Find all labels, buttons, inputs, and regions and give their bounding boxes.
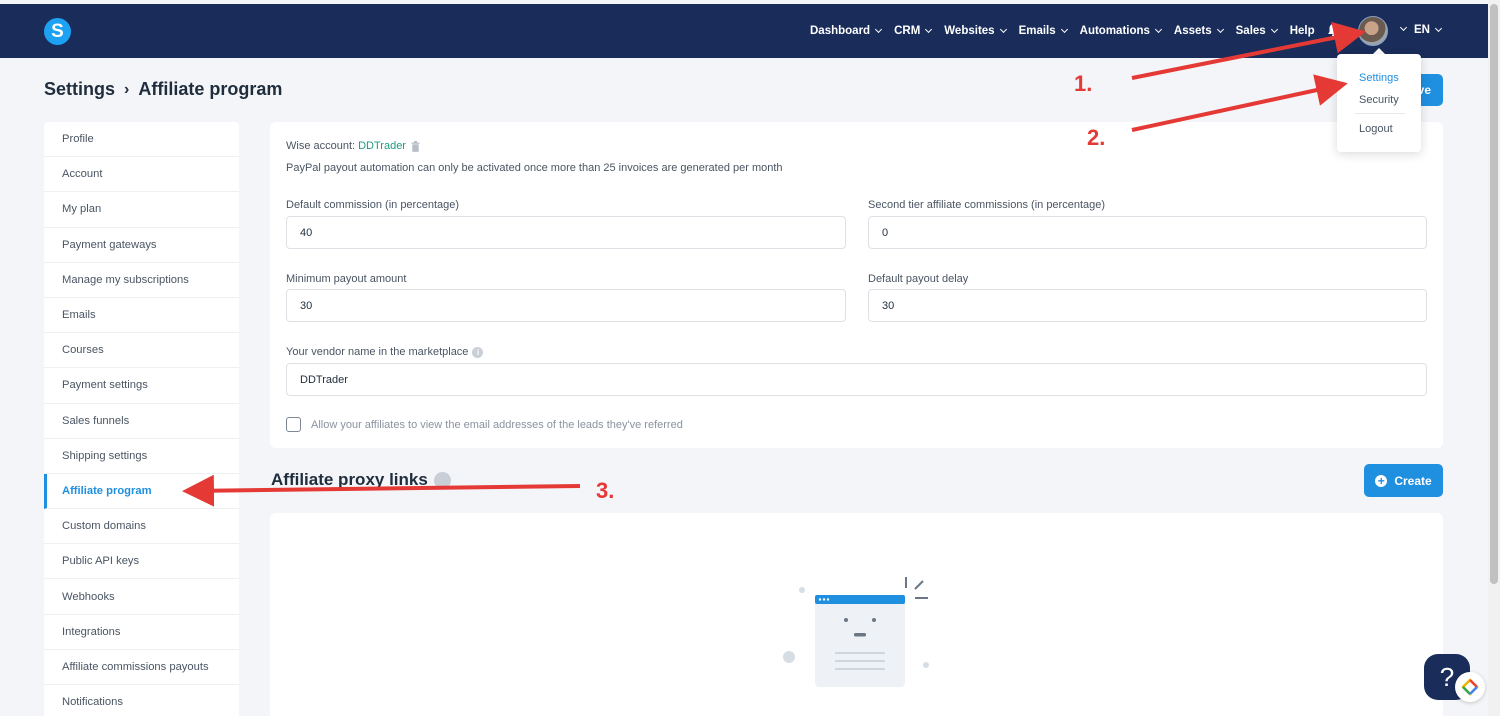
second-tier-label: Second tier affiliate commissions (in pe…: [868, 199, 1106, 211]
nav-assets[interactable]: Assets: [1173, 25, 1224, 37]
sidebar-item-payment-settings[interactable]: Payment settings: [44, 368, 239, 404]
nav-emails[interactable]: Emails: [1018, 25, 1068, 37]
annotation-step-1: 1.: [1074, 71, 1093, 96]
sidebar-item-public-api-keys[interactable]: Public API keys: [44, 544, 239, 580]
proxy-links-heading: Affiliate proxy links: [271, 470, 451, 490]
badge-icon[interactable]: [1455, 672, 1485, 702]
paypal-note: PayPal payout automation can only be act…: [286, 162, 783, 174]
page-scrollbar[interactable]: [1488, 0, 1500, 716]
min-payout-input[interactable]: 30: [286, 289, 846, 322]
menu-item-settings[interactable]: Settings: [1359, 72, 1399, 84]
account-dropdown-menu: Settings Security Logout: [1337, 54, 1421, 152]
nav-label: Websites: [944, 25, 995, 37]
user-avatar[interactable]: [1358, 16, 1388, 46]
app-frame: S Dashboard CRM Websites Emails Automati…: [0, 0, 1500, 716]
min-payout-label: Minimum payout amount: [286, 273, 407, 285]
sidebar-item-manage-subscriptions[interactable]: Manage my subscriptions: [44, 263, 239, 298]
sidebar-item-webhooks[interactable]: Webhooks: [44, 579, 239, 615]
second-tier-input[interactable]: 0: [868, 216, 1427, 249]
trash-icon[interactable]: [411, 140, 420, 152]
chevron-down-icon: [1270, 25, 1278, 34]
sidebar-item-my-plan[interactable]: My plan: [44, 192, 239, 228]
menu-divider: [1355, 113, 1405, 114]
sidebar-item-payment-gateways[interactable]: Payment gateways: [44, 228, 239, 263]
breadcrumb-parent[interactable]: Settings: [44, 79, 115, 100]
sidebar-item-account[interactable]: Account: [44, 157, 239, 193]
payout-delay-input[interactable]: 30: [868, 289, 1427, 322]
nav-sales[interactable]: Sales: [1235, 25, 1278, 37]
default-commission-input[interactable]: 40: [286, 216, 846, 249]
breadcrumb: Settings › Affiliate program: [44, 79, 282, 100]
sidebar-item-custom-domains[interactable]: Custom domains: [44, 509, 239, 545]
info-icon[interactable]: i: [472, 346, 484, 358]
sidebar-item-profile[interactable]: Profile: [44, 122, 239, 158]
nav-label: Automations: [1079, 25, 1150, 37]
nav-label: CRM: [894, 25, 921, 37]
nav-label: Sales: [1235, 25, 1266, 37]
chevron-down-icon: [1060, 25, 1068, 34]
wise-label: Wise account:: [286, 140, 356, 152]
menu-item-security[interactable]: Security: [1359, 94, 1399, 106]
sidebar-item-emails[interactable]: Emails: [44, 298, 239, 334]
sidebar-item-courses[interactable]: Courses: [44, 333, 239, 369]
breadcrumb-current: Affiliate program: [138, 79, 283, 99]
sidebar-item-integrations[interactable]: Integrations: [44, 615, 239, 650]
nav-automations[interactable]: Automations: [1079, 25, 1162, 37]
nav-label: Help: [1289, 25, 1315, 37]
scroll-thumb[interactable]: [1490, 4, 1498, 584]
sidebar-item-affiliate-payouts[interactable]: Affiliate commissions payouts: [44, 650, 239, 685]
vendor-name-label: Your vendor name in the marketplace: [286, 346, 469, 358]
breadcrumb-separator: ›: [124, 80, 130, 98]
diamond-logo-icon: [1461, 678, 1479, 696]
chevron-down-icon: [999, 25, 1007, 34]
sidebar-item-affiliate-program[interactable]: Affiliate program: [44, 473, 239, 510]
settings-sidebar: Profile Account My plan Payment gateways…: [44, 122, 239, 716]
affiliate-settings-card: Wise account: DDTrader PayPal payout aut…: [270, 122, 1443, 448]
nav-label: Dashboard: [810, 25, 871, 37]
allow-emails-label[interactable]: Allow your affiliates to view the email …: [311, 419, 683, 431]
default-commission-label: Default commission (in percentage): [286, 199, 460, 211]
chevron-down-icon: [1216, 25, 1224, 34]
top-navbar: S Dashboard CRM Websites Emails Automati…: [0, 4, 1488, 58]
chevron-down-icon: [925, 25, 933, 34]
sidebar-item-sales-funnels[interactable]: Sales funnels: [44, 404, 239, 439]
sidebar-item-notifications[interactable]: Notifications: [44, 685, 239, 716]
chevron-down-icon[interactable]: [1399, 23, 1408, 32]
chevron-down-icon: [875, 25, 883, 34]
proxy-links-title: Affiliate proxy links: [271, 470, 428, 489]
create-proxy-link-button[interactable]: + Create: [1364, 464, 1443, 497]
sidebar-item-shipping-settings[interactable]: Shipping settings: [44, 439, 239, 474]
vendor-name-input[interactable]: DDTrader: [286, 363, 1427, 396]
proxy-links-empty-state: [270, 513, 1443, 716]
nav-crm[interactable]: CRM: [894, 25, 933, 37]
plus-icon: +: [1375, 474, 1388, 487]
allow-emails-checkbox[interactable]: [286, 417, 301, 432]
wise-account-row: Wise account: DDTrader: [286, 140, 420, 152]
bell-icon[interactable]: [1327, 23, 1340, 37]
vendor-name-label-row: Your vendor name in the marketplace i: [286, 346, 484, 358]
language-label: EN: [1414, 24, 1430, 36]
nav-dashboard[interactable]: Dashboard: [810, 25, 883, 37]
payout-delay-label: Default payout delay: [868, 273, 969, 285]
main-nav: Dashboard CRM Websites Emails Automation…: [810, 4, 1328, 58]
app-logo[interactable]: S: [44, 18, 71, 45]
create-label: Create: [1394, 473, 1432, 488]
language-selector[interactable]: EN: [1414, 24, 1443, 36]
empty-state-illustration: [783, 577, 929, 687]
nav-label: Assets: [1173, 25, 1212, 37]
info-icon[interactable]: [433, 471, 451, 489]
nav-label: Emails: [1018, 25, 1056, 37]
nav-help[interactable]: Help: [1290, 25, 1315, 37]
chevron-down-icon: [1434, 24, 1443, 33]
menu-item-logout[interactable]: Logout: [1359, 123, 1393, 135]
annotation-step-3: 3.: [596, 478, 615, 503]
nav-websites[interactable]: Websites: [944, 25, 1007, 37]
chevron-down-icon: [1154, 25, 1162, 34]
wise-account-link[interactable]: DDTrader: [358, 140, 406, 152]
annotation-step-2: 2.: [1087, 125, 1106, 150]
